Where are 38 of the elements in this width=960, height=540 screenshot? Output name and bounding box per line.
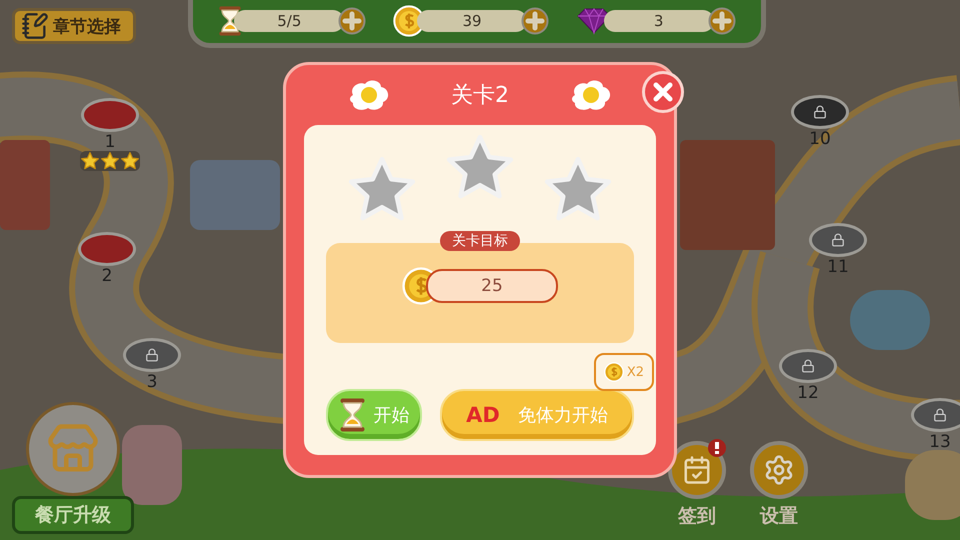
goal-value: 25: [426, 269, 558, 303]
chapter-select-button[interactable]: 章节选择: [12, 8, 136, 44]
dialog-title: 关卡2: [451, 82, 509, 110]
lock-icon: [933, 408, 947, 422]
restaurant-upgrade-button[interactable]: 餐厅升级: [12, 496, 134, 534]
start-button[interactable]: 开始: [326, 389, 422, 441]
level-number: 2: [102, 267, 112, 285]
star-icon: [120, 151, 140, 171]
close-button[interactable]: [642, 71, 684, 113]
lock-icon: [801, 359, 815, 373]
star-icon: [80, 151, 100, 171]
bonus-text: X2: [626, 364, 644, 380]
level-number: 13: [929, 433, 951, 451]
lock-icon: [813, 105, 827, 119]
level-number: 10: [809, 130, 831, 148]
lock-icon: [831, 233, 845, 247]
alert-badge: [708, 439, 726, 457]
side-button-label: 签到: [678, 504, 716, 529]
level-number: 3: [146, 373, 158, 391]
star-icon: [100, 151, 120, 171]
notebook-pen-icon: [21, 12, 49, 40]
calendar-check-icon: [682, 455, 712, 485]
coin-icon: [604, 362, 624, 382]
level-number: 12: [797, 384, 819, 402]
level-number: 11: [827, 258, 849, 276]
side-button-label: 设置: [760, 504, 798, 529]
boss-level-marker[interactable]: [791, 95, 849, 129]
ad-start-button[interactable]: AD 免体力开始: [440, 389, 634, 441]
level-marker[interactable]: [809, 223, 867, 257]
hourglass-icon: [338, 397, 366, 433]
goal-label: 关卡目标: [440, 231, 520, 251]
level-number: 1: [104, 133, 116, 151]
close-icon: [652, 81, 674, 103]
plus-icon[interactable]: [338, 6, 366, 34]
settings-icon: [763, 454, 795, 486]
plus-icon[interactable]: [708, 6, 736, 34]
plus-icon[interactable]: [520, 6, 549, 34]
lock-icon: [145, 348, 159, 362]
